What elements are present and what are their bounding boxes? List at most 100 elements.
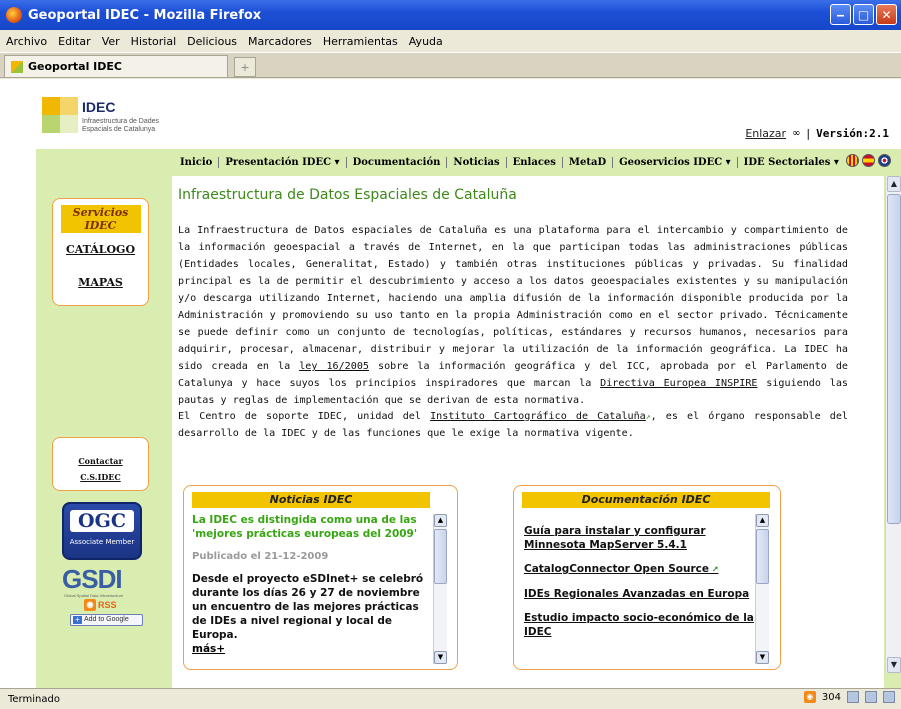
inspire-link[interactable]: Directiva Europea INSPIRE [600,378,757,389]
contact-box: Contactar C.S.IDEC [52,437,149,491]
intro-paragraph: La Infraestructura de Datos espaciales d… [178,225,848,406]
main-scrollbar[interactable]: ▲ ▼ [885,176,901,673]
spanish-flag-icon[interactable] [862,154,875,167]
nav-metad[interactable]: MetaD [563,156,614,168]
rss-label: RSS [98,600,117,610]
window-title: Geoportal IDEC - Mozilla Firefox [28,7,262,23]
tab-label: Geoportal IDEC [28,60,122,73]
menu-bar: Archivo Editar Ver Historial Delicious M… [0,30,901,52]
main-nav: Inicio Presentación IDEC ▾ Documentación… [178,152,854,172]
news-content: La IDEC es distingida como una de las 'm… [192,513,432,656]
catalogo-link[interactable]: CATÁLOGO [53,243,148,256]
ley-link[interactable]: ley 16/2005 [299,361,369,372]
doc-item-ides-regionales[interactable]: IDEs Regionales Avanzadas en Europa [524,587,762,601]
menu-ver[interactable]: Ver [102,35,120,48]
news-scroll-down-icon[interactable]: ▼ [434,651,447,664]
doc-item-estudio-impacto[interactable]: Estudio impacto socio-económico de la ID… [524,611,762,639]
ogc-member: Associate Member [69,538,135,546]
external-link-icon: ↗ [708,565,719,574]
gsdi-text: GSDI [62,564,123,594]
menu-archivo[interactable]: Archivo [6,35,47,48]
servicios-header: Servicios IDEC [60,205,141,233]
idec-logo[interactable]: IDEC Infraestructura de Dades Espacials d… [42,97,182,137]
status-bar: Terminado ◉ 304 [0,688,901,709]
docs-scroll-thumb[interactable] [756,529,769,584]
news-box: Noticias IDEC La IDEC es distingida como… [183,485,458,670]
window-controls: ‒ □ ✕ [830,4,897,25]
servicios-box: Servicios IDEC CATÁLOGO MAPAS [52,198,149,306]
enlazar-link[interactable]: Enlazar [745,127,786,140]
tab-bar: Geoportal IDEC + [0,52,901,78]
docs-scroll-up-icon[interactable]: ▲ [756,514,769,527]
news-more-link[interactable]: más+ [192,642,432,656]
scroll-up-icon[interactable]: ▲ [887,176,901,192]
mapas-link[interactable]: MAPAS [53,276,148,289]
menu-editar[interactable]: Editar [58,35,91,48]
separator: | [806,127,811,140]
scroll-thumb[interactable] [887,194,901,524]
gsdi-subtext: Global Spatial Data Infrastructure [64,593,124,598]
nav-noticias[interactable]: Noticias [447,156,507,168]
status-text: Terminado [8,693,60,705]
tab-geoportal-idec[interactable]: Geoportal IDEC [4,55,228,77]
menu-marcadores[interactable]: Marcadores [248,35,312,48]
docs-scroll-down-icon[interactable]: ▼ [756,651,769,664]
rss-icon: ◉ [84,599,96,611]
catalan-flag-icon[interactable] [846,154,859,167]
english-flag-icon[interactable] [878,154,891,167]
logo-subtitle: Infraestructura de Dades Espacials de Cat… [82,118,160,133]
maximize-icon[interactable]: □ [853,4,874,25]
contactar-link[interactable]: Contactar [53,453,148,469]
nav-documentacion[interactable]: Documentación [347,156,448,168]
language-flags [846,154,891,167]
news-title[interactable]: La IDEC es distingida como una de las 'm… [192,513,432,541]
nav-ide-sectoriales[interactable]: IDE Sectoriales ▾ [738,157,845,168]
nav-geoservicios[interactable]: Geoservicios IDEC ▾ [613,156,738,168]
ogc-text: OGC [70,510,134,532]
news-scroll-up-icon[interactable]: ▲ [434,514,447,527]
enlazar-glasses-icon: ∞ [792,128,801,139]
news-body: Desde el proyecto eSDInet+ se celebró du… [192,573,424,641]
nav-inicio[interactable]: Inicio [178,156,220,168]
news-scroll-thumb[interactable] [434,529,447,584]
page-title: Infraestructura de Datos Espaciales de C… [178,187,517,203]
doc-item-catalogconnector[interactable]: CatalogConnector Open Source ↗ [524,562,762,577]
header-right: Enlazar ∞ | Versión:2.1 [745,127,889,140]
news-header: Noticias IDEC [192,492,430,508]
status-count: 304 [821,691,841,703]
firefox-icon [6,7,22,23]
scroll-down-icon[interactable]: ▼ [887,657,901,673]
logo-name: IDEC [82,99,116,115]
docs-header: Documentación IDEC [522,492,770,508]
menu-delicious[interactable]: Delicious [187,35,237,48]
new-tab-button[interactable]: + [234,57,256,77]
docs-box: Documentación IDEC Guía para instalar y … [513,485,781,670]
icc-link[interactable]: Instituto Cartográfico de Cataluña [430,411,646,422]
menu-ayuda[interactable]: Ayuda [409,35,443,48]
csidec-link[interactable]: C.S.IDEC [53,469,148,485]
mail-icon[interactable] [865,691,877,703]
addon-icon[interactable] [847,691,859,703]
nav-presentacion[interactable]: Presentación IDEC ▾ [219,156,347,168]
menu-herramientas[interactable]: Herramientas [323,35,398,48]
page-viewport: IDEC Infraestructura de Dades Espacials d… [0,79,901,688]
docs-content: Guía para instalar y configurar Minnesot… [524,524,762,649]
rss-link[interactable]: ◉ RSS [84,599,117,611]
news-date: Publicado el 21-12-2009 [192,551,329,562]
gsdi-logo[interactable]: GSDI Global Spatial Data Infrastructure [62,564,148,598]
menu-historial[interactable]: Historial [131,35,176,48]
nav-enlaces[interactable]: Enlaces [507,156,563,168]
tool-icon[interactable] [883,691,895,703]
minimize-icon[interactable]: ‒ [830,4,851,25]
close-icon[interactable]: ✕ [876,4,897,25]
docs-scrollbar[interactable]: ▲ ▼ [755,514,769,664]
status-icons: ◉ 304 [803,691,895,703]
version-label: Versión:2.1 [816,127,889,140]
add-to-google-button[interactable]: Add to Google [70,614,143,626]
news-scrollbar[interactable]: ▲ ▼ [433,514,447,664]
ogc-logo[interactable]: OGC Associate Member [62,502,142,560]
doc-item-mapserver[interactable]: Guía para instalar y configurar Minnesot… [524,524,762,552]
rss-feed-icon[interactable]: ◉ [803,691,816,703]
centro-paragraph: El Centro de soporte IDEC, unidad del In… [178,411,849,439]
window-titlebar: Geoportal IDEC - Mozilla Firefox ‒ □ ✕ [0,0,901,30]
